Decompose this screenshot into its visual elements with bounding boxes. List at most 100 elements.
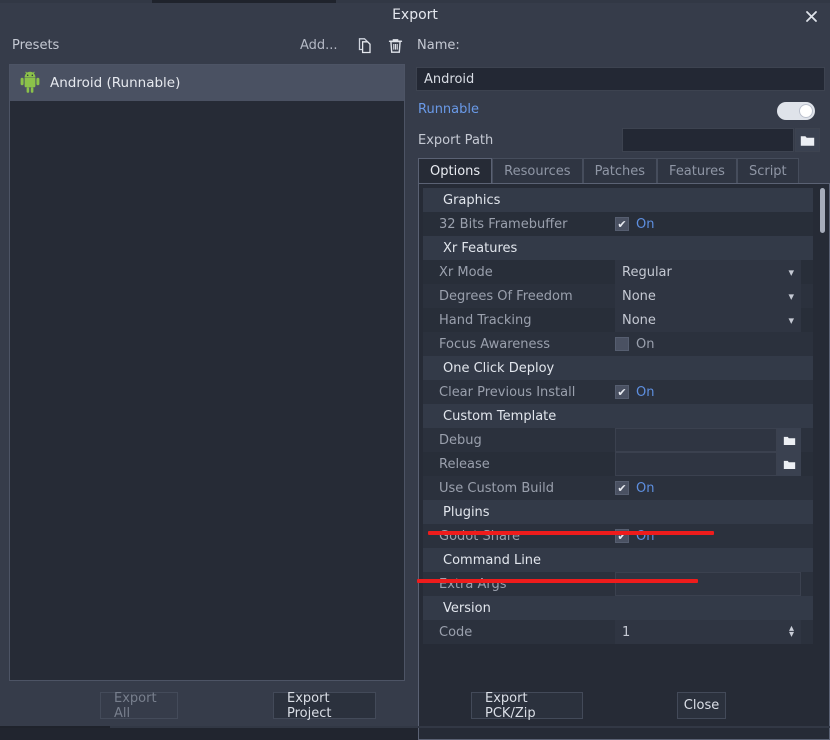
- preset-item-android[interactable]: Android (Runnable): [10, 65, 404, 101]
- property-control: None ▾: [615, 308, 801, 332]
- property-section-header: Command Line: [423, 548, 813, 572]
- folder-icon[interactable]: [777, 452, 801, 476]
- property-label: Clear Previous Install: [439, 384, 576, 400]
- property-row: Degrees Of Freedom None ▾: [423, 284, 813, 308]
- export-path-row: Export Path: [411, 128, 830, 154]
- android-icon: [18, 71, 42, 95]
- dropdown-value: Regular: [622, 264, 672, 280]
- runnable-toggle[interactable]: [777, 102, 815, 120]
- property-label: Use Custom Build: [439, 480, 554, 496]
- tab-patches[interactable]: Patches: [582, 158, 658, 183]
- preset-name-input[interactable]: Android: [416, 67, 825, 91]
- tab-script[interactable]: Script: [736, 158, 799, 183]
- close-icon[interactable]: [800, 5, 822, 27]
- property-section-header: Custom Template: [423, 404, 813, 428]
- export-all-button[interactable]: Export All: [100, 691, 178, 721]
- property-section-header: Graphics: [423, 188, 813, 212]
- spinner-arrows-icon[interactable]: ▴ ▾: [789, 623, 794, 640]
- tab-options[interactable]: Options: [418, 158, 493, 183]
- property-row: Release: [423, 452, 813, 476]
- checkmark-icon: ✔: [617, 217, 627, 231]
- runnable-label: Runnable: [418, 102, 479, 117]
- export-pck-zip-button[interactable]: Export PCK/Zip: [471, 691, 583, 721]
- property-control: On: [615, 332, 801, 356]
- property-row: Clear Previous Install ✔ On: [423, 380, 813, 404]
- add-preset-button[interactable]: Add...: [300, 38, 338, 53]
- section-label: One Click Deploy: [443, 360, 555, 376]
- property-label: Degrees Of Freedom: [439, 288, 573, 304]
- property-label: Focus Awareness: [439, 336, 551, 352]
- close-button[interactable]: Close: [677, 692, 726, 719]
- checkbox-checked-icon[interactable]: ✔: [615, 385, 629, 399]
- trash-icon[interactable]: [384, 35, 406, 57]
- annotation-underline-use-custom-build: [428, 531, 714, 535]
- name-header: Name:: [411, 30, 830, 62]
- chevron-down-icon: ▾: [788, 313, 794, 327]
- section-label: Command Line: [443, 552, 542, 568]
- export-path-label: Export Path: [418, 133, 494, 148]
- property-section-header: Plugins: [423, 500, 813, 524]
- dropdown-value: None: [622, 288, 656, 304]
- property-row: Focus Awareness On: [423, 332, 813, 356]
- tab-script-label: Script: [748, 163, 787, 179]
- checkmark-icon: ✔: [617, 481, 627, 495]
- preset-item-label: Android (Runnable): [50, 75, 181, 91]
- runnable-row: Runnable: [411, 98, 830, 124]
- property-row: Extra Args: [423, 572, 813, 596]
- tab-features[interactable]: Features: [657, 158, 737, 183]
- presets-list: Android (Runnable): [9, 64, 405, 681]
- preset-tabs: Options Resources Patches Features Scrip…: [418, 158, 830, 183]
- spinbox-value: 1: [622, 624, 631, 640]
- section-label: Custom Template: [443, 408, 557, 424]
- chevron-down-icon: ▾: [788, 265, 794, 279]
- path-input[interactable]: [615, 428, 777, 452]
- dialog-titlebar: Export: [0, 3, 830, 30]
- dialog-title: Export: [392, 7, 438, 23]
- property-control: ✔ On: [615, 476, 801, 500]
- checkbox-value-label: On: [636, 480, 655, 496]
- dropdown-select[interactable]: None ▾: [615, 284, 801, 308]
- dropdown-select[interactable]: Regular ▾: [615, 260, 801, 284]
- options-scrollbar[interactable]: [819, 188, 826, 734]
- export-project-button[interactable]: Export Project: [273, 691, 376, 721]
- dropdown-select[interactable]: None ▾: [615, 308, 801, 332]
- tab-resources[interactable]: Resources: [492, 158, 583, 183]
- folder-icon[interactable]: [777, 428, 801, 452]
- spinbox[interactable]: 1 ▴ ▾: [615, 620, 801, 644]
- export-options-list: Graphics 32 Bits Framebuffer ✔ On Xr Feature…: [418, 183, 830, 740]
- checkbox-unchecked-icon[interactable]: [615, 337, 629, 351]
- options-scrollbar-thumb[interactable]: [820, 188, 825, 233]
- property-row: Code 1 ▴ ▾: [423, 620, 813, 644]
- property-control: [615, 572, 801, 596]
- export-path-input[interactable]: [622, 128, 794, 152]
- name-label: Name:: [417, 38, 460, 53]
- property-control: None ▾: [615, 284, 801, 308]
- property-row: Godot Share ✔ On: [423, 524, 813, 548]
- property-label: Release: [439, 456, 490, 472]
- section-label: Version: [443, 600, 491, 616]
- property-row: Xr Mode Regular ▾: [423, 260, 813, 284]
- presets-label: Presets: [12, 38, 60, 53]
- property-rows: Graphics 32 Bits Framebuffer ✔ On Xr Feature…: [423, 188, 813, 644]
- property-control: ✔ On: [615, 524, 801, 548]
- path-input[interactable]: [615, 452, 777, 476]
- dialog-footer: Export All Export Project Export PCK/Zip…: [0, 687, 830, 728]
- property-row: Debug: [423, 428, 813, 452]
- dropdown-value: None: [622, 312, 656, 328]
- checkbox-value-label: On: [636, 384, 655, 400]
- export-dialog: Export Presets Add... Name: Android (Run…: [0, 3, 830, 740]
- tab-patches-label: Patches: [594, 163, 646, 179]
- text-input[interactable]: [615, 572, 801, 596]
- export-path-folder-icon[interactable]: [795, 128, 820, 152]
- section-label: Plugins: [443, 504, 490, 520]
- property-row: Hand Tracking None ▾: [423, 308, 813, 332]
- duplicate-icon[interactable]: [354, 35, 376, 57]
- presets-toolbar: Presets Add...: [0, 30, 411, 62]
- checkbox-value-label: On: [636, 336, 655, 352]
- property-section-header: Xr Features: [423, 236, 813, 260]
- section-label: Xr Features: [443, 240, 518, 256]
- tab-options-label: Options: [430, 163, 481, 179]
- checkbox-checked-icon[interactable]: ✔: [615, 481, 629, 495]
- checkbox-checked-icon[interactable]: ✔: [615, 217, 629, 231]
- property-section-header: Version: [423, 596, 813, 620]
